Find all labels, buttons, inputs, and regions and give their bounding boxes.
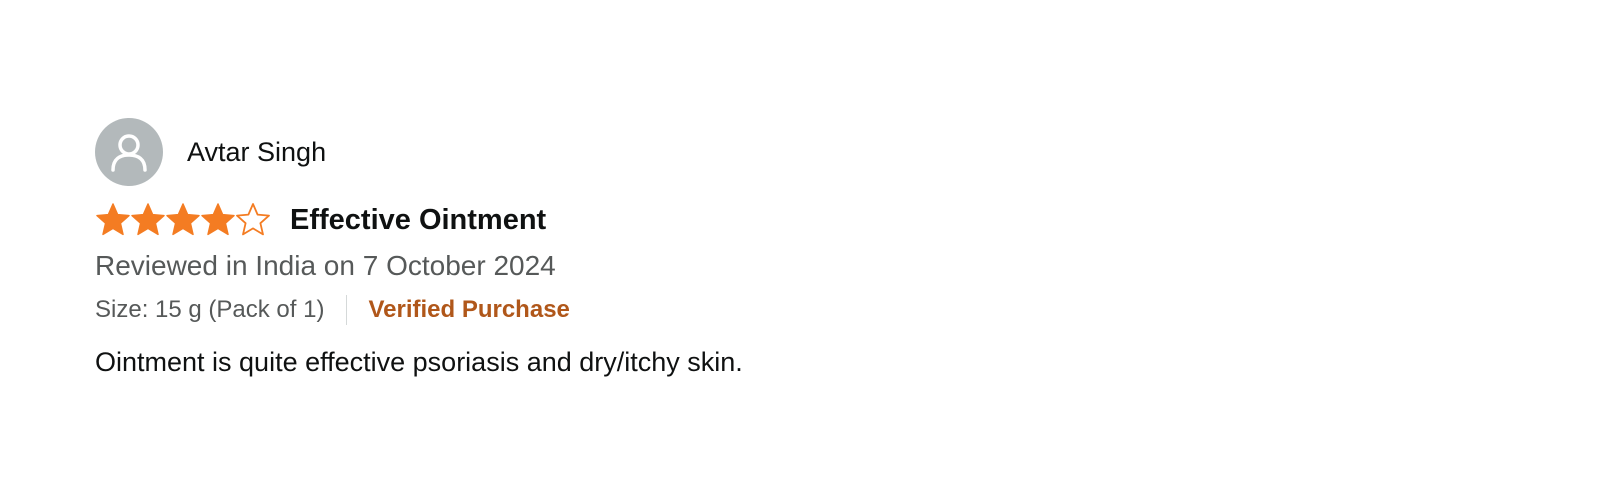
review-meta: Size: 15 g (Pack of 1) Verified Purchase xyxy=(95,290,995,330)
reviewer-profile[interactable]: Avtar Singh xyxy=(95,118,995,186)
avatar[interactable] xyxy=(95,118,163,186)
user-silhouette-icon xyxy=(111,134,147,172)
verified-purchase-badge: Verified Purchase xyxy=(368,296,570,323)
divider xyxy=(346,295,348,325)
star-filled-icon xyxy=(96,203,130,236)
rating-row: Effective Ointment xyxy=(95,200,995,240)
star-empty-icon xyxy=(236,203,270,236)
star-rating[interactable] xyxy=(95,202,270,238)
review-body: Ointment is quite effective psoriasis an… xyxy=(95,347,743,377)
star-filled-icon xyxy=(201,203,235,236)
star-filled-icon xyxy=(166,203,200,236)
review-title[interactable]: Effective Ointment xyxy=(290,204,546,237)
star-filled-icon xyxy=(131,203,165,236)
review-card: Avtar Singh Effective Ointment Reviewed … xyxy=(95,118,995,382)
reviewer-name[interactable]: Avtar Singh xyxy=(187,137,326,168)
review-date: Reviewed in India on 7 October 2024 xyxy=(95,250,556,281)
product-variant-link[interactable]: Size: 15 g (Pack of 1) xyxy=(95,296,324,324)
